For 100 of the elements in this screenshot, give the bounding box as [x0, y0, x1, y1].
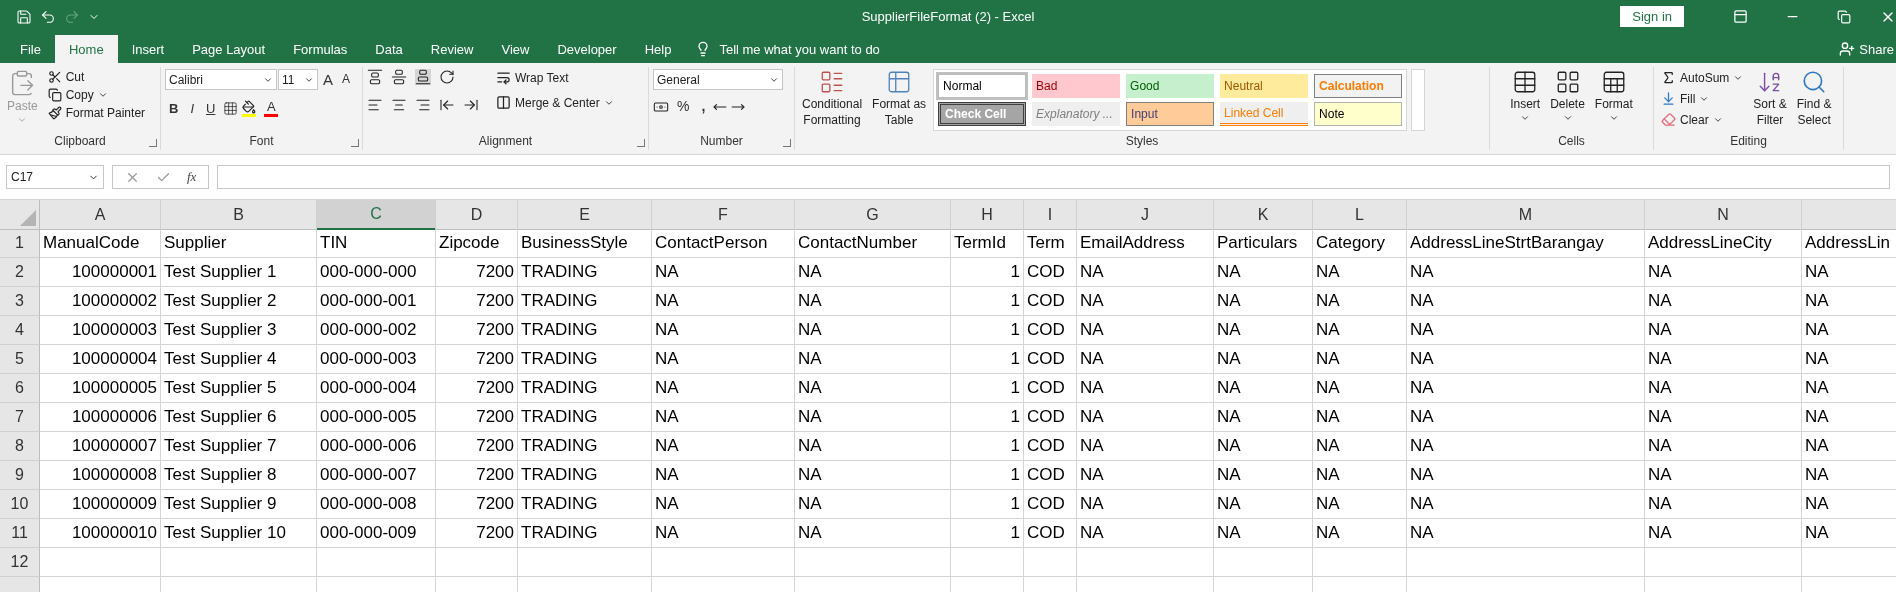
clear-button[interactable]: Clear: [1658, 111, 1747, 128]
row-header[interactable]: 9: [0, 461, 40, 490]
row-header[interactable]: 2: [0, 258, 40, 287]
align-left-icon[interactable]: [367, 97, 383, 113]
align-middle-icon[interactable]: [391, 69, 407, 85]
cell-style[interactable]: Bad: [1032, 74, 1121, 98]
launcher-icon[interactable]: [783, 139, 791, 147]
menu-tab[interactable]: View: [487, 35, 544, 63]
table-cell: NA: [652, 403, 795, 432]
column-header[interactable]: G: [795, 200, 951, 230]
menu-tab[interactable]: Formulas: [279, 35, 362, 63]
menu-tab[interactable]: Help: [630, 35, 686, 63]
row-header[interactable]: 12: [0, 548, 40, 577]
share-button[interactable]: Share: [1859, 41, 1894, 57]
decrease-indent-icon[interactable]: [439, 97, 455, 113]
row-header[interactable]: 8: [0, 432, 40, 461]
cut-button[interactable]: Cut: [44, 69, 149, 85]
increase-indent-icon[interactable]: [463, 97, 479, 113]
column-header[interactable]: C: [317, 200, 436, 230]
row-header[interactable]: 4: [0, 316, 40, 345]
format-painter-button[interactable]: Format Painter: [44, 105, 149, 121]
column-header[interactable]: H: [951, 200, 1024, 230]
menu-tab[interactable]: Data: [361, 35, 417, 63]
table-cell: NA: [1802, 316, 1896, 345]
insert-function-button[interactable]: fx: [187, 169, 197, 185]
row-header[interactable]: 7: [0, 403, 40, 432]
launcher-icon[interactable]: [637, 139, 645, 147]
undo-icon[interactable]: [40, 8, 56, 25]
menu-tab[interactable]: Page Layout: [178, 35, 280, 63]
align-right-icon[interactable]: [415, 97, 431, 113]
user-icon[interactable]: [1839, 41, 1856, 57]
fill-button[interactable]: Fill: [1658, 90, 1747, 107]
column-header[interactable]: N: [1645, 200, 1802, 230]
sort-filter-button[interactable]: Sort & Filter: [1750, 67, 1790, 134]
menu-tab[interactable]: Review: [416, 35, 488, 63]
row-header[interactable]: 5: [0, 345, 40, 374]
align-top-icon[interactable]: [367, 69, 383, 85]
delete-button[interactable]: Delete: [1547, 67, 1588, 134]
column-header[interactable]: B: [161, 200, 317, 230]
menu-tab[interactable]: Home: [54, 35, 118, 63]
column-header[interactable]: J: [1077, 200, 1214, 230]
save-icon[interactable]: [16, 8, 32, 25]
row-header[interactable]: 11: [0, 519, 40, 548]
launcher-icon[interactable]: [149, 139, 157, 147]
format-as-table-button[interactable]: Format as Table: [869, 67, 930, 134]
row-header[interactable]: 10: [0, 490, 40, 519]
conditional-formatting-button[interactable]: Conditional Formatting: [799, 67, 866, 134]
tell-me-field[interactable]: Tell me what you want to do: [719, 41, 880, 57]
column-header[interactable]: M: [1407, 200, 1645, 230]
underline-button[interactable]: U: [202, 99, 220, 117]
menu-tab[interactable]: Insert: [117, 35, 179, 63]
find-select-button[interactable]: Find & Select: [1793, 67, 1835, 134]
row-header[interactable]: 1: [0, 229, 40, 258]
table-cell: ManualCode: [40, 229, 161, 258]
table-cell: NA: [1407, 258, 1645, 287]
column-header[interactable]: I: [1024, 200, 1077, 230]
table-cell: NA: [652, 316, 795, 345]
gallery-scrollbar[interactable]: [1411, 69, 1426, 131]
font-name-field[interactable]: Calibri: [165, 69, 277, 90]
italic-button[interactable]: I: [186, 99, 198, 117]
bold-button[interactable]: B: [165, 99, 183, 117]
column-header[interactable]: A: [40, 200, 161, 230]
cell-style[interactable]: Note: [1314, 102, 1403, 126]
comma-button[interactable]: ,: [697, 98, 710, 115]
copy-button[interactable]: Copy: [44, 87, 149, 103]
column-header[interactable]: D: [436, 200, 518, 230]
column-header[interactable]: E: [518, 200, 652, 230]
formula-field[interactable]: [217, 165, 1890, 189]
row-header[interactable]: 3: [0, 287, 40, 316]
wrap-text-button[interactable]: Wrap Text: [493, 69, 617, 86]
shrink-font-button[interactable]: A: [338, 71, 355, 88]
menu-tab[interactable]: File: [6, 35, 55, 63]
row-header[interactable]: 6: [0, 374, 40, 403]
font-color-button[interactable]: A: [260, 98, 283, 118]
fill-color-icon[interactable]: [242, 99, 257, 117]
insert-button[interactable]: Insert: [1507, 67, 1544, 134]
cell-style[interactable]: Input: [1126, 102, 1215, 126]
borders-icon[interactable]: [223, 100, 239, 116]
menu-tab[interactable]: Developer: [543, 35, 631, 63]
autosum-button[interactable]: AutoSum: [1658, 69, 1747, 86]
cell-style[interactable]: Neutral: [1220, 74, 1309, 98]
cell-style[interactable]: Normal: [938, 74, 1027, 98]
format-button[interactable]: Format: [1591, 67, 1636, 134]
sign-in-button[interactable]: Sign in: [1620, 6, 1684, 27]
grow-font-button[interactable]: A: [319, 71, 337, 88]
percent-button[interactable]: %: [673, 98, 694, 115]
name-box[interactable]: C17: [6, 165, 104, 189]
cell-style[interactable]: Explanatory ...: [1032, 102, 1121, 126]
number-format-field[interactable]: General: [653, 69, 783, 90]
table-cell: 100000005: [40, 374, 161, 403]
column-header[interactable]: F: [652, 200, 795, 230]
column-header[interactable]: L: [1313, 200, 1407, 230]
cell-style[interactable]: Good: [1126, 74, 1215, 98]
align-bottom-icon[interactable]: [415, 69, 431, 85]
launcher-icon[interactable]: [351, 139, 359, 147]
font-size-field[interactable]: 11: [278, 69, 318, 90]
merge-center-button[interactable]: Merge & Center: [493, 94, 617, 111]
orientation-icon[interactable]: [439, 69, 455, 85]
align-center-icon[interactable]: [391, 97, 407, 113]
column-header[interactable]: K: [1214, 200, 1313, 230]
